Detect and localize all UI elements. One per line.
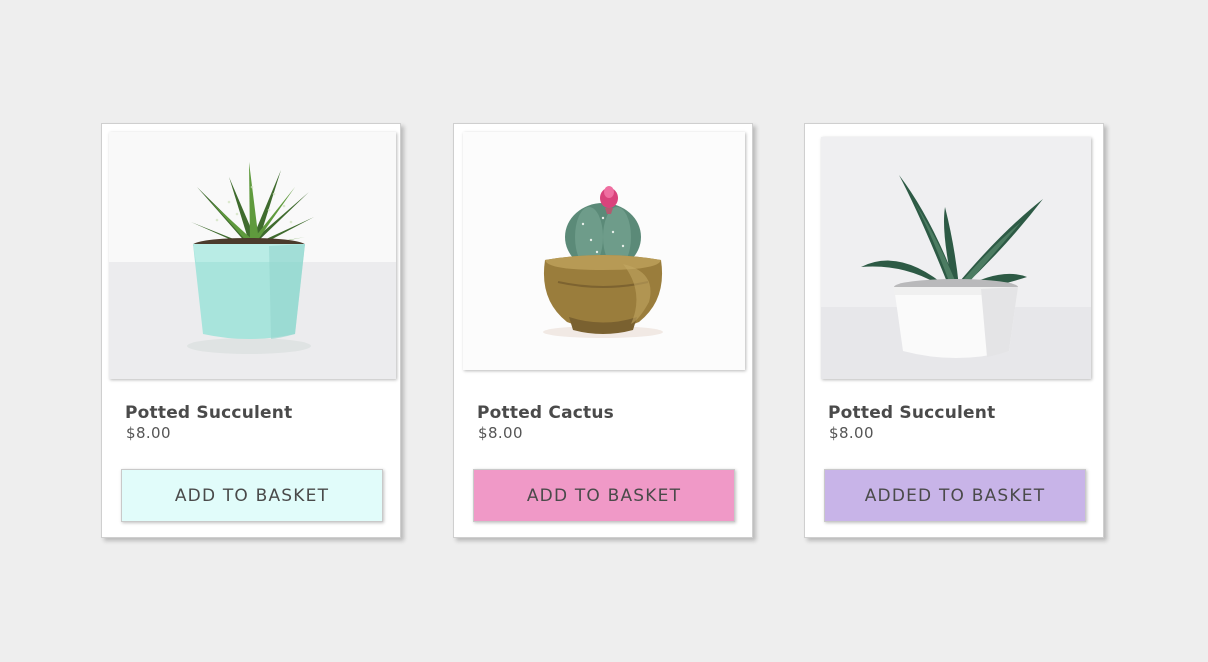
product-card: Potted Succulent $8.00 ADD TO BASKET xyxy=(101,123,401,538)
product-card: Potted Cactus $8.00 ADD TO BASKET xyxy=(453,123,753,538)
product-price: $8.00 xyxy=(126,424,171,442)
product-image[interactable] xyxy=(821,137,1091,379)
product-price: $8.00 xyxy=(829,424,874,442)
product-name: Potted Cactus xyxy=(477,403,614,423)
product-price: $8.00 xyxy=(478,424,523,442)
product-name: Potted Succulent xyxy=(828,403,996,423)
add-to-basket-button[interactable]: ADD TO BASKET xyxy=(121,469,383,522)
product-image[interactable] xyxy=(463,132,745,370)
product-name: Potted Succulent xyxy=(125,403,293,423)
product-image[interactable] xyxy=(109,132,396,379)
succulent-mint-pot-photo xyxy=(109,132,396,379)
succulent-white-pot-photo xyxy=(821,137,1091,379)
product-card: Potted Succulent $8.00 ADDED TO BASKET xyxy=(804,123,1104,538)
cactus-brass-pot-photo xyxy=(463,132,745,370)
add-to-basket-button[interactable]: ADD TO BASKET xyxy=(473,469,735,522)
added-to-basket-button[interactable]: ADDED TO BASKET xyxy=(824,469,1086,522)
